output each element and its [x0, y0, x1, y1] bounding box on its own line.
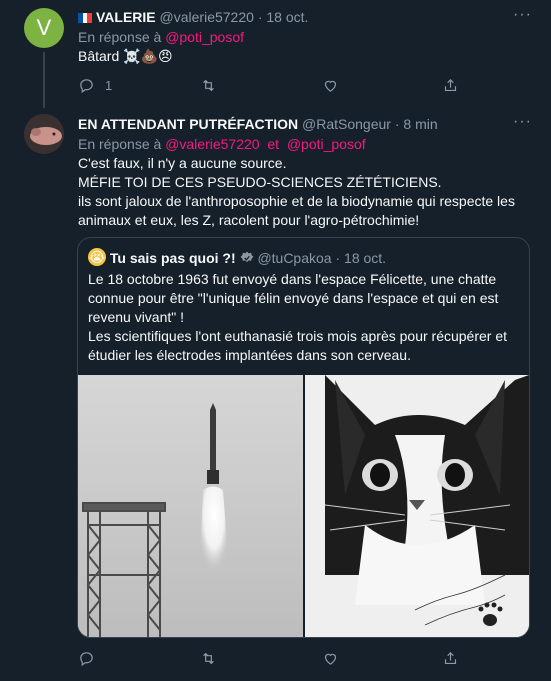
- display-name[interactable]: EN ATTENDANT PUTRÉFACTION: [78, 116, 298, 132]
- tweet-text: Bâtard ☠️💩😠: [78, 48, 173, 64]
- reply-button[interactable]: 1: [78, 77, 112, 94]
- quote-avatar: 😭: [88, 248, 106, 266]
- rocket-launch-image[interactable]: [78, 375, 303, 637]
- france-flag-icon: [78, 9, 92, 23]
- avatar-letter: V: [36, 15, 52, 40]
- tweet2-header: EN ATTENDANT PUTRÉFACTION @RatSongeur · …: [78, 116, 438, 132]
- display-name: Tu sais pas quoi ?!: [109, 250, 236, 266]
- rocket-photo: [78, 375, 303, 637]
- cat-photo: [305, 375, 529, 637]
- reply-context: En réponse à @valerie57220 et @poti_poso…: [78, 136, 366, 152]
- heart-icon: [324, 653, 337, 665]
- reply-count: 1: [105, 78, 113, 93]
- quote-header: 😭 Tu sais pas quoi ?! @tuCpakoa · 18 oct…: [88, 248, 387, 266]
- tweet-text: C'est faux, il n'y a aucune source. MÉFI…: [78, 155, 515, 228]
- share-button[interactable]: [442, 77, 459, 94]
- quote-text: Le 18 octobre 1963 fut envoyé dans l'esp…: [88, 271, 508, 363]
- handle: @tuCpakoa: [257, 250, 332, 266]
- share-button[interactable]: [442, 650, 459, 667]
- reply-context: En réponse à @poti_posof: [78, 29, 245, 45]
- avatar-ratsongeur[interactable]: [24, 114, 64, 154]
- retweet-icon: [203, 79, 214, 92]
- timestamp[interactable]: 18 oct.: [266, 9, 308, 25]
- timestamp: 18 oct.: [344, 250, 387, 266]
- like-button[interactable]: [322, 77, 339, 94]
- handle[interactable]: @valerie57220: [160, 9, 254, 25]
- like-button[interactable]: [322, 650, 339, 667]
- timestamp[interactable]: 8 min: [403, 116, 437, 132]
- share-icon: [444, 78, 457, 92]
- retweet-icon: [203, 652, 214, 665]
- retweet-button[interactable]: [200, 77, 217, 94]
- reply-button[interactable]: [78, 650, 95, 667]
- share-icon: [444, 651, 457, 665]
- quoted-tweet[interactable]: 😭 Tu sais pas quoi ?! @tuCpakoa · 18 oct…: [77, 237, 530, 638]
- cat-felicette-image[interactable]: [305, 375, 529, 637]
- verified-badge-icon: [240, 251, 253, 263]
- tweet1-header: VALERIE @valerie57220 · 18 oct.: [78, 8, 308, 27]
- handle[interactable]: @RatSongeur: [302, 116, 391, 132]
- more-options-icon[interactable]: ···: [513, 113, 532, 131]
- heart-icon: [324, 80, 337, 92]
- rat-avatar-image: [24, 114, 64, 154]
- mention-link[interactable]: @poti_posof: [287, 136, 366, 152]
- mention-link[interactable]: @poti_posof: [165, 29, 244, 45]
- mention-link[interactable]: @valerie57220: [165, 136, 259, 152]
- reply-icon: [80, 79, 93, 94]
- thread-line: [43, 52, 45, 108]
- reply-icon: [80, 652, 93, 667]
- avatar-valerie[interactable]: V: [24, 8, 64, 48]
- display-name[interactable]: VALERIE: [96, 9, 156, 25]
- retweet-button[interactable]: [200, 650, 217, 667]
- more-options-icon[interactable]: ···: [513, 6, 532, 24]
